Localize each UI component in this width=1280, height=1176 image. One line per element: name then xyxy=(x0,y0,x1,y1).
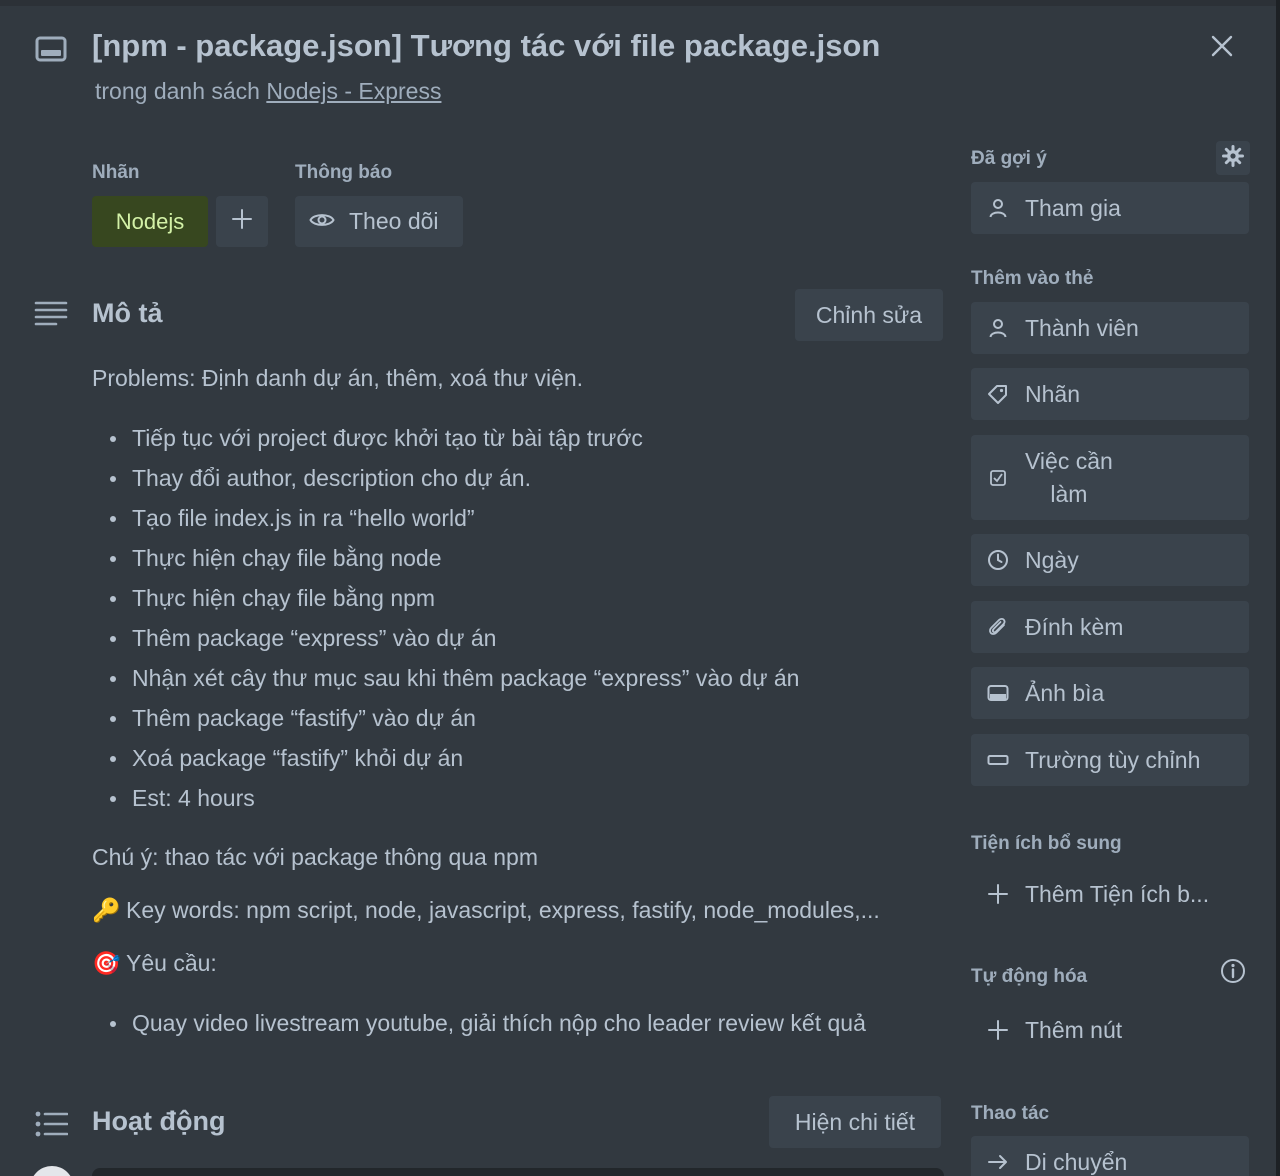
target-emoji-icon: 🎯 xyxy=(92,950,121,976)
list-item: Thực hiện chạy file bằng node xyxy=(108,538,799,578)
person-icon xyxy=(987,197,1009,219)
custom-fields-label: Trường tùy chỉnh xyxy=(1025,746,1201,773)
description-keywords: 🔑 Key words: npm script, node, javascript… xyxy=(92,897,880,924)
close-button[interactable] xyxy=(1200,26,1244,70)
cover-label: Ảnh bìa xyxy=(1025,679,1105,706)
activity-list-icon xyxy=(34,1110,69,1143)
window-right-edge xyxy=(1276,0,1280,1176)
list-item: Tạo file index.js in ra “hello world” xyxy=(108,498,799,538)
comment-input[interactable] xyxy=(92,1168,944,1176)
custom-fields-button[interactable]: Trường tùy chỉnh xyxy=(971,734,1249,786)
plus-icon xyxy=(231,208,253,235)
join-label: Tham gia xyxy=(1025,194,1121,221)
close-icon xyxy=(1211,35,1233,62)
custom-fields-icon xyxy=(987,749,1009,771)
cover-icon xyxy=(987,682,1009,704)
add-powerup-button[interactable]: Thêm Tiện ích b... xyxy=(971,868,1249,920)
list-item: Thay đổi author, description cho dự án. xyxy=(108,458,799,498)
dates-button[interactable]: Ngày xyxy=(971,534,1249,586)
list-item: Quay video livestream youtube, giải thíc… xyxy=(108,1003,866,1043)
watch-label: Theo dõi xyxy=(349,208,439,234)
labels-sidebar-label: Nhãn xyxy=(1025,380,1080,407)
members-button[interactable]: Thành viên xyxy=(971,302,1249,354)
list-item: Nhận xét cây thư mục sau khi thêm packag… xyxy=(108,658,799,698)
checklist-label-line1: Việc cần xyxy=(1025,447,1113,474)
suggested-settings-button[interactable] xyxy=(1216,141,1250,175)
plus-icon xyxy=(987,883,1009,905)
list-item: Est: 4 hours xyxy=(108,778,799,818)
labels-heading: Nhãn xyxy=(92,162,140,183)
checklist-button[interactable]: Việc cần làm xyxy=(971,435,1249,520)
description-intro: Problems: Định danh dự án, thêm, xoá thư… xyxy=(92,365,584,391)
keywords-text: Key words: npm script, node, javascript,… xyxy=(126,897,880,923)
actions-heading: Thao tác xyxy=(971,1103,1050,1124)
clock-icon xyxy=(987,549,1009,571)
list-prefix: trong danh sách xyxy=(95,78,267,104)
add-button-button[interactable]: Thêm nút xyxy=(971,1004,1249,1056)
automation-info-button[interactable] xyxy=(1218,958,1248,988)
automation-heading: Tự động hóa xyxy=(971,966,1088,987)
card-list-breadcrumb: trong danh sách Nodejs - Express xyxy=(95,78,441,105)
plus-icon xyxy=(987,1019,1009,1041)
description-requirements-heading: 🎯 Yêu cầu: xyxy=(92,950,217,977)
attachment-button[interactable]: Đính kèm xyxy=(971,601,1249,653)
label-chip-nodejs[interactable]: Nodejs xyxy=(92,196,208,247)
avatar xyxy=(30,1166,74,1176)
powerups-heading: Tiện ích bổ sung xyxy=(971,833,1122,854)
add-to-card-heading: Thêm vào thẻ xyxy=(971,268,1094,289)
requirements-list: Quay video livestream youtube, giải thíc… xyxy=(108,1003,866,1043)
list-item: Thêm package “express” vào dự án xyxy=(108,618,799,658)
suggested-heading: Đã gợi ý xyxy=(971,148,1047,169)
move-button[interactable]: Di chuyển xyxy=(971,1136,1249,1176)
person-icon xyxy=(987,317,1009,339)
add-button-label: Thêm nút xyxy=(1025,1016,1123,1043)
move-label: Di chuyển xyxy=(1025,1148,1128,1175)
arrow-right-icon xyxy=(987,1151,1009,1173)
list-item: Tiếp tục với project được khởi tạo từ bà… xyxy=(108,418,799,458)
dates-label: Ngày xyxy=(1025,546,1079,573)
labels-button[interactable]: Nhãn xyxy=(971,368,1249,420)
members-label: Thành viên xyxy=(1025,314,1139,341)
card-title[interactable]: [npm - package.json] Tương tác với file … xyxy=(92,28,880,64)
list-item: Thêm package “fastify” vào dự án xyxy=(108,698,799,738)
attachment-label: Đính kèm xyxy=(1025,613,1124,640)
key-emoji-icon: 🔑 xyxy=(92,897,121,923)
edit-description-button[interactable]: Chỉnh sửa xyxy=(795,289,943,341)
notifications-heading: Thông báo xyxy=(295,162,393,183)
info-icon xyxy=(1220,958,1246,989)
checkbox-icon xyxy=(987,467,1009,489)
checklist-label: Việc cần làm xyxy=(1025,445,1113,511)
requirements-heading-text: Yêu cầu: xyxy=(126,950,217,976)
activity-heading: Hoạt động xyxy=(92,1106,226,1136)
description-heading: Mô tả xyxy=(92,298,163,328)
description-note: Chú ý: thao tác với package thông qua np… xyxy=(92,844,538,870)
add-label-button[interactable] xyxy=(216,196,268,247)
list-link[interactable]: Nodejs - Express xyxy=(266,78,441,104)
add-powerup-label: Thêm Tiện ích b... xyxy=(1025,880,1210,907)
tag-icon xyxy=(987,383,1009,405)
list-item: Xoá package “fastify” khỏi dự án xyxy=(108,738,799,778)
cover-button[interactable]: Ảnh bìa xyxy=(971,667,1249,719)
card-icon xyxy=(34,34,70,64)
join-button[interactable]: Tham gia xyxy=(971,182,1249,234)
list-item: Thực hiện chạy file bằng npm xyxy=(108,578,799,618)
description-lines-icon xyxy=(34,298,68,333)
watch-button[interactable]: Theo dõi xyxy=(295,196,463,247)
gear-icon xyxy=(1222,144,1244,172)
description-bullet-list: Tiếp tục với project được khởi tạo từ bà… xyxy=(108,418,799,818)
checklist-label-line2: làm xyxy=(1050,480,1088,507)
eye-icon xyxy=(309,208,335,235)
paperclip-icon xyxy=(987,616,1009,638)
show-details-button[interactable]: Hiện chi tiết xyxy=(769,1096,941,1148)
window-top-edge xyxy=(0,0,1280,6)
